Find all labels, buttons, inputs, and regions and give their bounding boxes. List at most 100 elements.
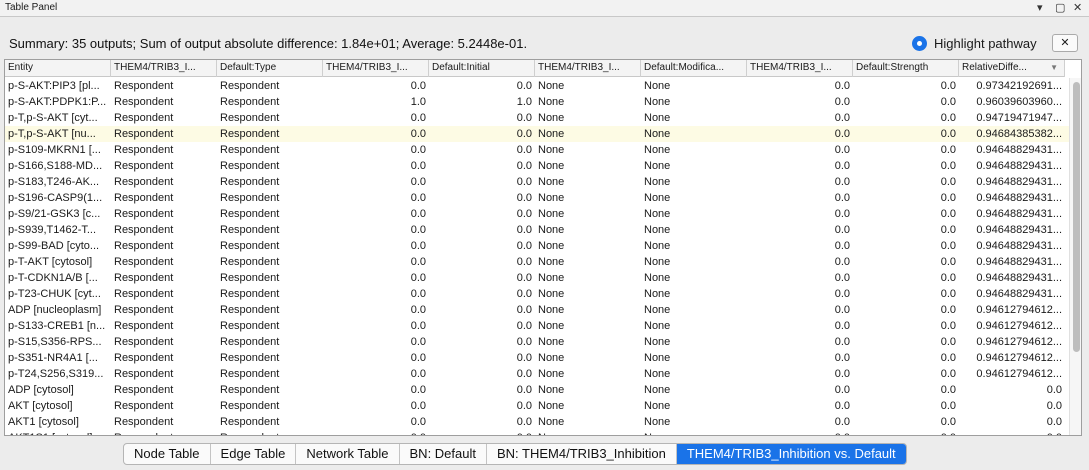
table-cell[interactable]: 0.0 bbox=[323, 430, 429, 435]
column-header-0[interactable]: Entity bbox=[5, 60, 111, 77]
tab-3[interactable]: BN: Default bbox=[400, 444, 487, 464]
table-cell[interactable]: Respondent bbox=[217, 270, 323, 286]
table-cell[interactable]: 0.0 bbox=[429, 238, 535, 254]
table-cell[interactable]: 0.94684385382... bbox=[959, 126, 1065, 142]
table-cell[interactable]: 0.0 bbox=[747, 318, 853, 334]
table-cell[interactable]: Respondent bbox=[217, 430, 323, 435]
table-cell[interactable]: 0.0 bbox=[853, 190, 959, 206]
table-cell[interactable]: 0.0 bbox=[323, 158, 429, 174]
table-cell[interactable]: 1.0 bbox=[429, 94, 535, 110]
table-cell[interactable]: 0.0 bbox=[853, 398, 959, 414]
table-cell[interactable]: p-T23-CHUK [cyt... bbox=[5, 286, 111, 302]
table-cell[interactable]: None bbox=[535, 174, 641, 190]
table-cell[interactable]: p-S15,S356-RPS... bbox=[5, 334, 111, 350]
table-cell[interactable]: 0.0 bbox=[747, 382, 853, 398]
table-cell[interactable]: Respondent bbox=[217, 190, 323, 206]
table-cell[interactable]: 0.0 bbox=[853, 206, 959, 222]
table-cell[interactable]: 0.0 bbox=[323, 302, 429, 318]
table-row[interactable]: ADP [cytosol] Respondent Respondent 0.0 0.0 N… bbox=[5, 382, 1069, 398]
table-cell[interactable]: 0.94612794612... bbox=[959, 318, 1065, 334]
table-row[interactable]: p-S99-BAD [cyto... Respondent Respondent 0.… bbox=[5, 238, 1069, 254]
table-cell[interactable]: 0.94648829431... bbox=[959, 174, 1065, 190]
scrollbar-thumb[interactable] bbox=[1073, 82, 1080, 352]
table-cell[interactable]: None bbox=[535, 382, 641, 398]
table-cell[interactable]: Respondent bbox=[217, 398, 323, 414]
table-cell[interactable]: 0.0 bbox=[747, 414, 853, 430]
table-cell[interactable]: 0.0 bbox=[747, 78, 853, 94]
table-cell[interactable]: 0.0 bbox=[853, 414, 959, 430]
tab-5[interactable]: THEM4/TRIB3_Inhibition vs. Default bbox=[676, 444, 906, 464]
table-cell[interactable]: Respondent bbox=[217, 334, 323, 350]
table-cell[interactable]: Respondent bbox=[217, 366, 323, 382]
table-cell[interactable]: 0.0 bbox=[429, 414, 535, 430]
table-cell[interactable]: 0.0 bbox=[429, 254, 535, 270]
table-cell[interactable]: 0.0 bbox=[323, 318, 429, 334]
table-cell[interactable]: None bbox=[641, 142, 747, 158]
table-cell[interactable]: 0.94648829431... bbox=[959, 158, 1065, 174]
table-cell[interactable]: p-S-AKT:PIP3 [pl... bbox=[5, 78, 111, 94]
table-cell[interactable]: Respondent bbox=[217, 414, 323, 430]
table-cell[interactable]: 0.0 bbox=[323, 350, 429, 366]
table-cell[interactable]: p-S939,T1462-T... bbox=[5, 222, 111, 238]
table-cell[interactable]: 0.0 bbox=[323, 126, 429, 142]
table-cell[interactable]: None bbox=[641, 190, 747, 206]
table-cell[interactable]: p-S133-CREB1 [n... bbox=[5, 318, 111, 334]
table-cell[interactable]: 0.0 bbox=[747, 174, 853, 190]
column-header-1[interactable]: THEM4/TRIB3_I... bbox=[111, 60, 217, 77]
table-cell[interactable]: p-S196-CASP9(1... bbox=[5, 190, 111, 206]
table-cell[interactable]: Respondent bbox=[111, 270, 217, 286]
table-cell[interactable]: 0.0 bbox=[429, 302, 535, 318]
column-header-9[interactable]: RelativeDiffe... ▼ bbox=[959, 60, 1065, 77]
table-cell[interactable]: Respondent bbox=[217, 254, 323, 270]
table-cell[interactable]: None bbox=[641, 222, 747, 238]
table-cell[interactable]: 0.0 bbox=[429, 126, 535, 142]
table-cell[interactable]: p-T,p-S-AKT [nu... bbox=[5, 126, 111, 142]
table-cell[interactable]: None bbox=[535, 142, 641, 158]
table-cell[interactable]: None bbox=[535, 254, 641, 270]
table-cell[interactable]: p-S351-NR4A1 [... bbox=[5, 350, 111, 366]
table-cell[interactable]: 0.0 bbox=[323, 334, 429, 350]
table-cell[interactable]: None bbox=[535, 238, 641, 254]
table-cell[interactable]: ADP [nucleoplasm] bbox=[5, 302, 111, 318]
table-cell[interactable]: 0.0 bbox=[959, 430, 1065, 435]
table-cell[interactable]: 0.0 bbox=[323, 270, 429, 286]
table-cell[interactable]: 0.0 bbox=[323, 206, 429, 222]
table-cell[interactable]: Respondent bbox=[111, 126, 217, 142]
table-cell[interactable]: 0.0 bbox=[853, 238, 959, 254]
table-row[interactable]: p-S-AKT:PDPK1:P... Respondent Respondent 1.… bbox=[5, 94, 1069, 110]
table-cell[interactable]: 0.0 bbox=[429, 142, 535, 158]
table-cell[interactable]: None bbox=[641, 158, 747, 174]
vertical-scrollbar[interactable] bbox=[1069, 78, 1081, 435]
table-cell[interactable]: 0.0 bbox=[747, 302, 853, 318]
table-cell[interactable]: 0.94648829431... bbox=[959, 238, 1065, 254]
table-row[interactable]: p-S351-NR4A1 [... Respondent Respondent 0.0… bbox=[5, 350, 1069, 366]
table-cell[interactable]: p-T-AKT [cytosol] bbox=[5, 254, 111, 270]
table-cell[interactable]: None bbox=[641, 126, 747, 142]
table-cell[interactable]: None bbox=[641, 94, 747, 110]
table-cell[interactable]: p-S183,T246-AK... bbox=[5, 174, 111, 190]
table-cell[interactable]: 0.94719471947... bbox=[959, 110, 1065, 126]
table-cell[interactable]: 0.0 bbox=[747, 222, 853, 238]
table-cell[interactable]: Respondent bbox=[111, 206, 217, 222]
table-cell[interactable]: None bbox=[535, 222, 641, 238]
table-cell[interactable]: None bbox=[641, 286, 747, 302]
table-cell[interactable]: 0.0 bbox=[853, 302, 959, 318]
table-cell[interactable]: None bbox=[535, 430, 641, 435]
table-cell[interactable]: 0.0 bbox=[429, 222, 535, 238]
table-cell[interactable]: Respondent bbox=[217, 382, 323, 398]
table-cell[interactable]: None bbox=[641, 382, 747, 398]
table-cell[interactable]: 0.0 bbox=[747, 158, 853, 174]
table-row[interactable]: AKT1S1 [cytosol]RespondentRespondent0.00… bbox=[5, 430, 1069, 435]
table-cell[interactable]: None bbox=[535, 414, 641, 430]
table-cell[interactable]: Respondent bbox=[111, 334, 217, 350]
table-cell[interactable]: None bbox=[641, 334, 747, 350]
table-cell[interactable]: AKT1 [cytosol] bbox=[5, 414, 111, 430]
table-cell[interactable]: Respondent bbox=[217, 94, 323, 110]
column-header-8[interactable]: Default:Strength bbox=[853, 60, 959, 77]
column-header-3[interactable]: THEM4/TRIB3_I... bbox=[323, 60, 429, 77]
table-cell[interactable]: Respondent bbox=[217, 302, 323, 318]
table-cell[interactable]: 0.0 bbox=[747, 94, 853, 110]
table-row[interactable]: p-T,p-S-AKT [nu... Respondent Respondent 0.… bbox=[5, 126, 1069, 142]
column-header-6[interactable]: Default:Modifica... bbox=[641, 60, 747, 77]
table-cell[interactable]: 0.0 bbox=[323, 382, 429, 398]
